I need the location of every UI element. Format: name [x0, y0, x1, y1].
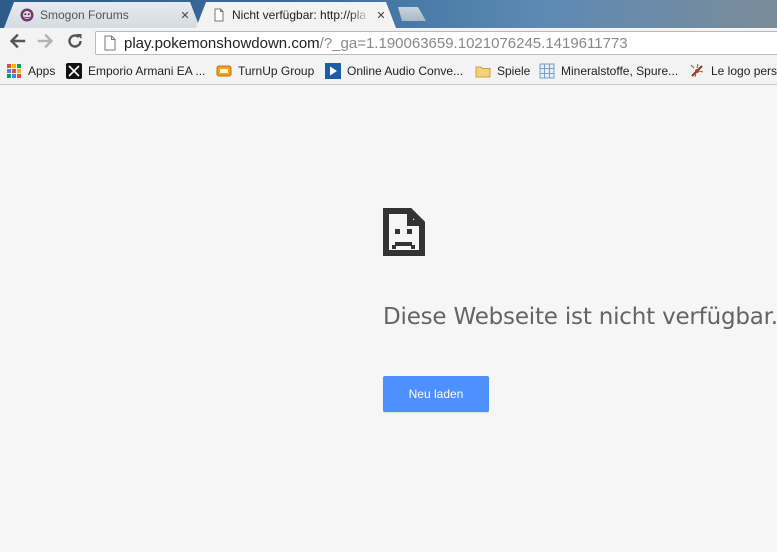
forward-arrow-icon — [37, 32, 55, 55]
error-title: Diese Webseite ist nicht verfügbar. — [383, 304, 777, 330]
forward-button[interactable] — [35, 32, 57, 54]
bookmark-label: Mineralstoffe, Spure... — [561, 64, 679, 78]
toolbar: play.pokemonshowdown.com/?_ga=1.19006365… — [0, 28, 777, 58]
bookmark-turnup-group[interactable]: TurnUp Group — [216, 62, 314, 80]
turnup-icon — [216, 63, 232, 79]
ea-logo-icon — [66, 63, 82, 79]
tab-title: Smogon Forums — [40, 8, 129, 22]
bookmark-le-logo[interactable]: Le logo pers — [689, 62, 777, 80]
tab-title: Nicht verfügbar: http://pla — [232, 8, 367, 22]
bookmark-label: Apps — [28, 64, 56, 78]
tab-smogon-forums[interactable]: Smogon Forums ✕ — [4, 2, 200, 28]
bookmark-emporio-armani[interactable]: Emporio Armani EA ... — [66, 62, 205, 80]
page-icon — [212, 8, 226, 22]
url-path: /?_ga=1.190063659.1021076245.1419611773 — [319, 34, 628, 52]
bookmark-label: Online Audio Conve... — [347, 64, 464, 78]
error-page: Diese Webseite ist nicht verfügbar. Neu … — [0, 85, 777, 552]
tab-strip: Smogon Forums ✕ Nicht verfügbar: http://… — [0, 0, 777, 28]
reload-icon — [66, 32, 84, 55]
back-button[interactable] — [6, 32, 28, 54]
bookmark-spiele[interactable]: Spiele — [475, 62, 530, 80]
bookmark-online-audio[interactable]: Online Audio Conve... — [325, 62, 463, 80]
close-tab-icon[interactable]: ✕ — [374, 9, 388, 22]
smogon-favicon-icon — [20, 8, 34, 22]
bookmarks-bar: Apps Emporio Armani EA ... TurnUp Group … — [0, 58, 777, 85]
apps-grid-icon — [6, 63, 22, 79]
new-tab-button[interactable] — [394, 7, 426, 21]
play-icon — [325, 63, 341, 79]
folder-icon — [475, 63, 491, 79]
tab-nicht-verfuegbar[interactable]: Nicht verfügbar: http://pla ✕ — [196, 2, 396, 28]
url-host: play.pokemonshowdown.com — [124, 34, 320, 52]
mosquito-icon — [689, 63, 705, 79]
reload-page-button[interactable]: Neu laden — [383, 376, 489, 412]
bookmark-label: Le logo pers — [711, 64, 777, 78]
bookmark-label: TurnUp Group — [238, 64, 315, 78]
bookmark-label: Emporio Armani EA ... — [88, 64, 206, 78]
back-arrow-icon — [8, 32, 26, 55]
bookmark-label: Spiele — [497, 64, 531, 78]
bookmark-apps[interactable]: Apps — [6, 62, 55, 80]
bookmark-mineralstoffe[interactable]: Mineralstoffe, Spure... — [539, 62, 678, 80]
reload-button[interactable] — [64, 32, 86, 54]
url-text: play.pokemonshowdown.com/?_ga=1.19006365… — [124, 35, 628, 52]
address-bar[interactable]: play.pokemonshowdown.com/?_ga=1.19006365… — [95, 31, 777, 55]
close-tab-icon[interactable]: ✕ — [178, 9, 192, 22]
sad-page-icon — [383, 208, 425, 256]
grid-site-icon — [539, 63, 555, 79]
page-icon — [102, 35, 118, 51]
